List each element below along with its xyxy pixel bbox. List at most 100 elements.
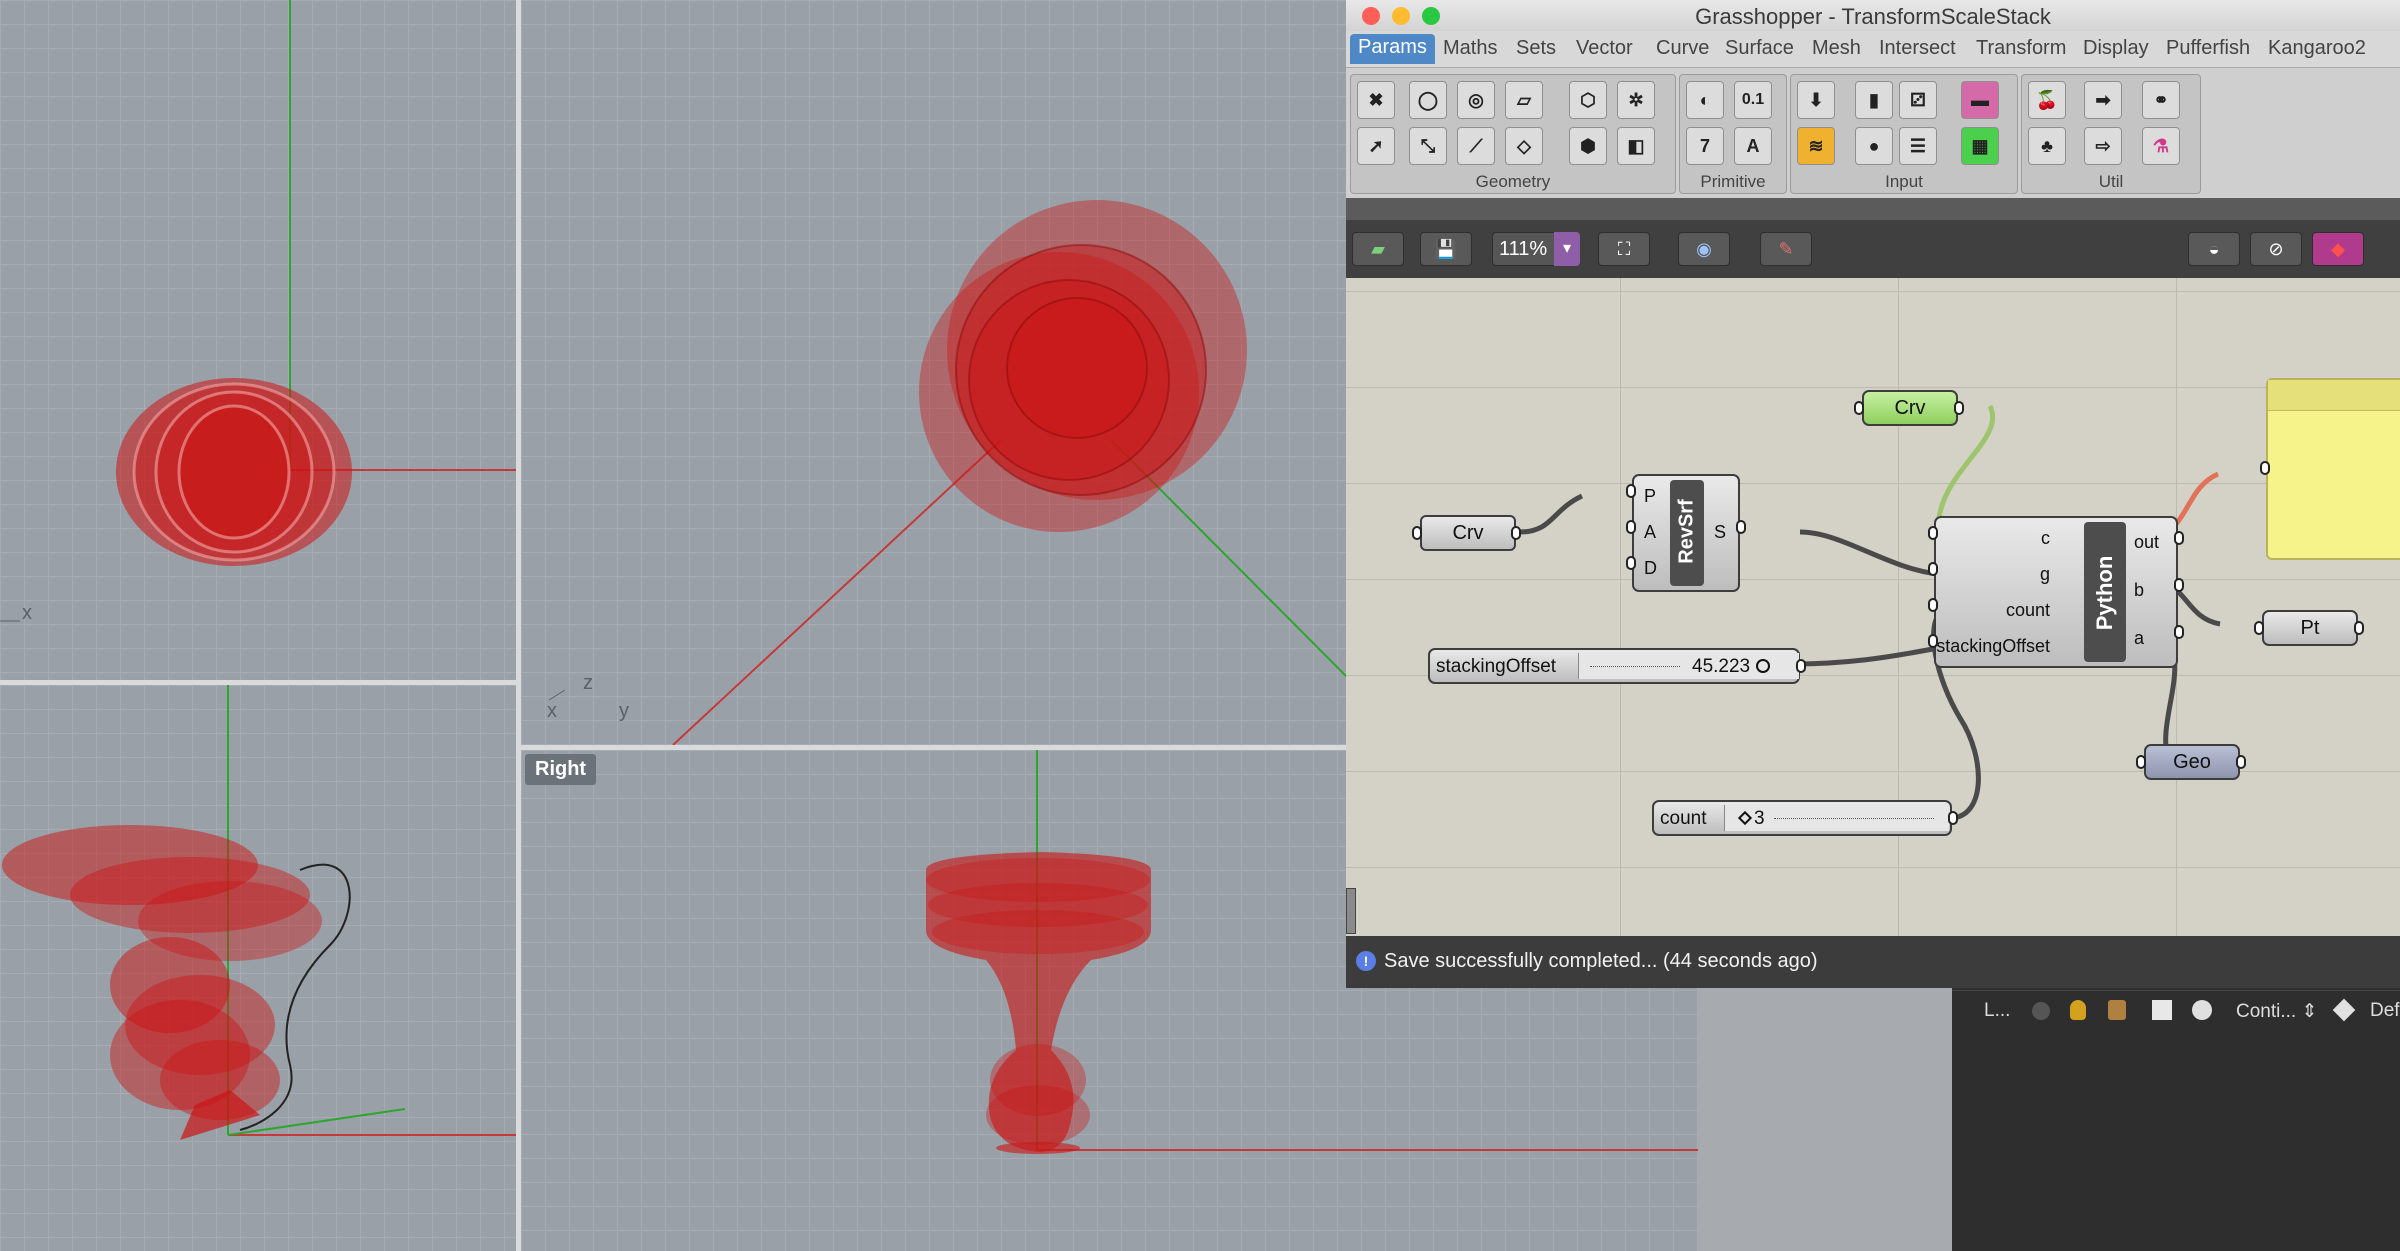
preview-button[interactable]: ◉ [1678,232,1730,266]
viewport-divider[interactable] [0,680,516,685]
circle-param-icon[interactable]: ◯ [1409,81,1447,119]
preview-shaded-button[interactable]: ◒ [2188,232,2240,266]
brep-param-icon[interactable]: ⬢ [1569,127,1607,165]
output-grip[interactable] [2236,755,2246,769]
layer-linetype[interactable]: Conti... ⇕ [2236,1000,2317,1023]
count-slider[interactable]: count 3 [1652,800,1952,836]
number-param-icon[interactable]: 0.1 [1734,81,1772,119]
canvas-scroll-handle[interactable] [1346,888,1356,934]
geo-param-node[interactable]: Geo [2144,744,2240,780]
colour-swatch-icon[interactable]: ▦ [1961,127,1999,165]
cherry-picker-icon[interactable]: 🍒 [2028,81,2066,119]
data-dam-icon[interactable]: ➡ [2084,81,2122,119]
save-button[interactable]: 💾 [1420,232,1472,266]
layer-visibility-icon[interactable] [2032,1002,2050,1020]
grasshopper-canvas[interactable]: Crv Crv P A D RevSrf S c g count stackin… [1346,278,2400,936]
gradient-icon[interactable]: ▬ [1961,81,1999,119]
sketch-button[interactable]: ✎ [1760,232,1812,266]
layer-material-icon[interactable] [2192,1000,2212,1020]
input-grip[interactable] [1928,598,1938,612]
stackingoffset-slider[interactable]: stackingOffset 45.223 [1428,648,1800,684]
relay-icon[interactable]: ⇨ [2084,127,2122,165]
input-grip[interactable] [2136,755,2146,769]
python-component[interactable]: c g count stackingOffset Python out b a [1934,516,2178,668]
graph-mapper-icon[interactable]: ≋ [1797,127,1835,165]
input-grip[interactable] [1854,401,1864,415]
input-grip[interactable] [1626,556,1636,570]
layer-print-icon[interactable] [2332,998,2356,1022]
boolean-param-icon[interactable]: ◐ [1686,81,1724,119]
output-grip[interactable] [1796,659,1806,673]
zoom-extents-button[interactable]: ⛶ [1598,232,1650,266]
input-grip[interactable] [1626,484,1636,498]
input-grip[interactable] [1626,520,1636,534]
input-grip[interactable] [1928,634,1938,648]
viewport-divider[interactable] [521,745,1350,750]
toggle-switch-icon[interactable]: ▮ [1855,81,1893,119]
input-grip[interactable] [2254,621,2264,635]
crv-param-node[interactable]: Crv [1420,515,1516,551]
circular-arc-param-icon[interactable]: ◎ [1457,81,1495,119]
output-grip[interactable] [1511,526,1521,540]
curve-param-icon[interactable]: ⤡ [1409,127,1447,165]
button-icon[interactable]: ● [1855,127,1893,165]
tab-display[interactable]: Display [2083,37,2149,60]
viewport-top[interactable]: x [0,0,516,680]
layer-lock-icon[interactable] [2108,1000,2126,1020]
vector-param-icon[interactable]: ➚ [1357,127,1395,165]
zoom-dropdown-button[interactable]: ▾ [1554,232,1580,266]
flask-icon[interactable]: ⚗ [2142,127,2180,165]
mesh-param-icon[interactable]: ✲ [1617,81,1655,119]
layer-row-label[interactable]: L... [1984,1000,2010,1022]
viewport-front[interactable] [0,685,516,1251]
value-list-icon[interactable]: ☰ [1899,127,1937,165]
tab-kangaroo2[interactable]: Kangaroo2 [2268,37,2366,60]
output-grip[interactable] [2174,625,2184,639]
grasshopper-window[interactable]: Grasshopper - TransformScaleStack Params… [1346,0,2400,988]
preview-wire-button[interactable]: ⊘ [2250,232,2302,266]
integer-param-icon[interactable]: 7 [1686,127,1724,165]
tab-sets[interactable]: Sets [1516,37,1556,60]
tree-icon[interactable]: ♣ [2028,127,2066,165]
window-titlebar[interactable]: Grasshopper - TransformScaleStack [1346,0,2400,32]
viewport-label-right[interactable]: Right [525,754,597,785]
tab-mesh[interactable]: Mesh [1812,37,1861,60]
layer-color-swatch[interactable] [2152,1000,2172,1020]
layer-lightbulb-icon[interactable] [2070,1000,2086,1020]
viewport-perspective[interactable]: x z y [521,0,1350,745]
line-param-icon[interactable]: ⟋ [1457,127,1495,165]
geometry-param-icon[interactable]: ✖ [1357,81,1395,119]
surface-param-icon[interactable]: ▱ [1505,81,1543,119]
import-icon[interactable]: ⬇ [1797,81,1835,119]
output-grip[interactable] [2354,621,2364,635]
preview-selected-button[interactable]: ◆ [2312,232,2364,266]
input-grip[interactable] [1412,526,1422,540]
plane-param-icon[interactable]: ◇ [1505,127,1543,165]
input-grip[interactable] [2260,461,2270,475]
tab-transform[interactable]: Transform [1976,37,2066,60]
input-grip[interactable] [1928,526,1938,540]
tab-surface[interactable]: Surface [1725,37,1794,60]
tab-intersect[interactable]: Intersect [1879,37,1956,60]
tab-maths[interactable]: Maths [1443,37,1497,60]
input-grip[interactable] [1928,562,1938,576]
random-icon[interactable]: ⚂ [1899,81,1937,119]
crv-param-node-green[interactable]: Crv [1862,390,1958,426]
field-param-icon[interactable]: ◧ [1617,127,1655,165]
tab-pufferfish[interactable]: Pufferfish [2166,37,2250,60]
panel-yellow[interactable] [2266,378,2400,560]
viewport-divider[interactable] [516,0,521,1251]
box-param-icon[interactable]: ⬡ [1569,81,1607,119]
tab-vector[interactable]: Vector [1576,37,1633,60]
output-grip[interactable] [1948,811,1958,825]
tab-curve[interactable]: Curve [1656,37,1709,60]
tab-params[interactable]: Params [1350,34,1435,64]
layer-print-label[interactable]: Def [2370,1000,2400,1022]
revsrf-component[interactable]: P A D RevSrf S [1632,474,1740,592]
pt-param-node[interactable]: Pt [2262,610,2358,646]
slider-knob[interactable] [1756,659,1770,673]
text-param-icon[interactable]: A [1734,127,1772,165]
open-file-button[interactable]: ▰ [1352,232,1404,266]
output-grip[interactable] [2174,578,2184,592]
output-grip[interactable] [1954,401,1964,415]
